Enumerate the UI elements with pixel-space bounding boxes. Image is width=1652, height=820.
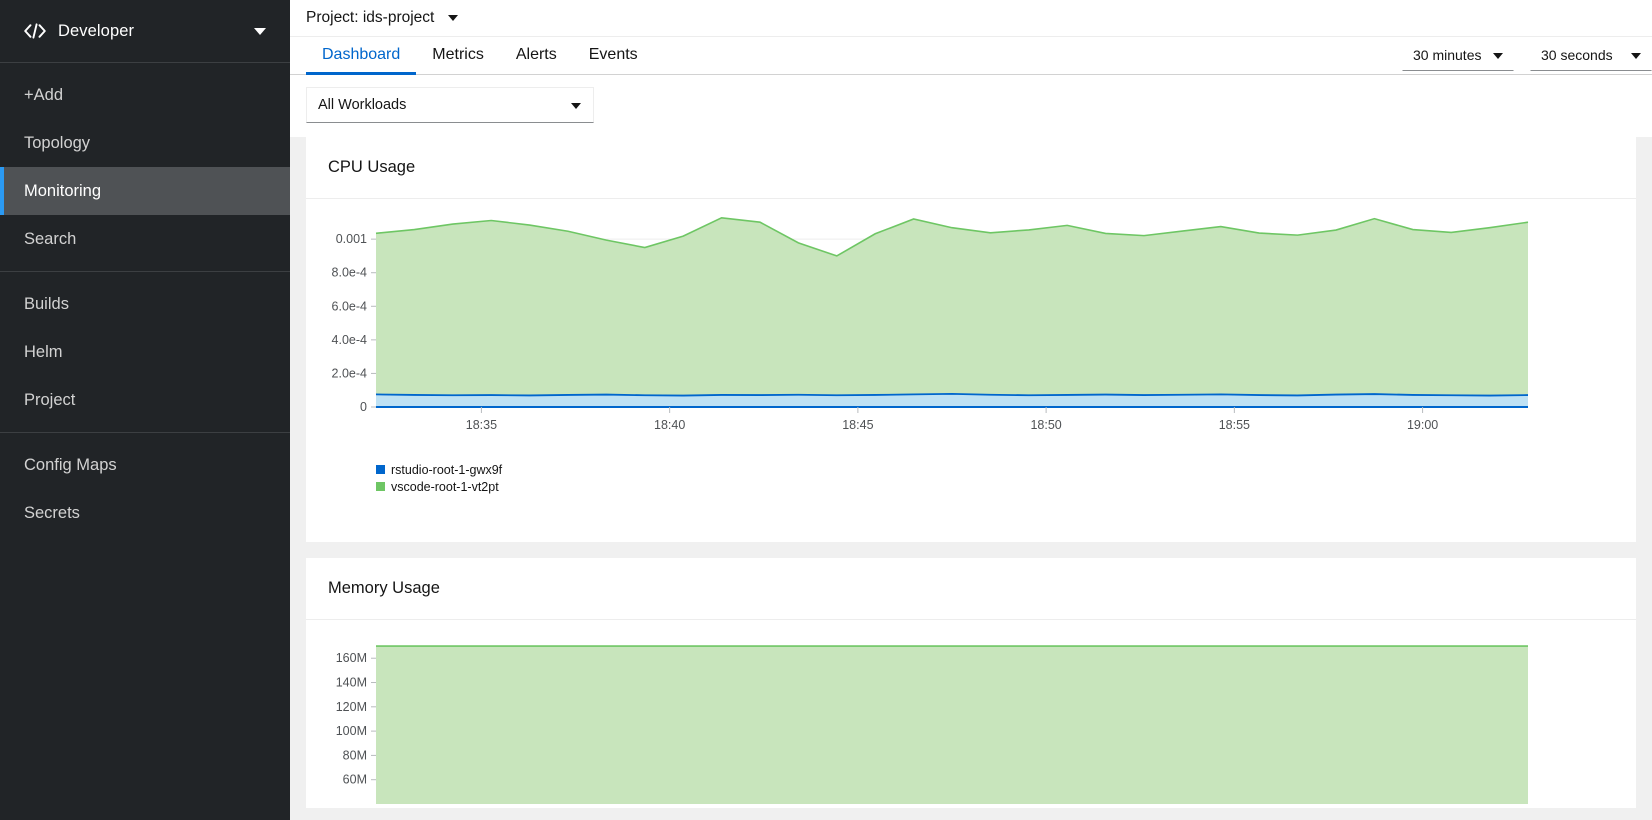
sidebar-item-secrets[interactable]: Secrets — [0, 489, 290, 537]
tab-metrics[interactable]: Metrics — [416, 37, 500, 74]
card-body: 0.001 8.0e-4 6.0e-4 4.0e-4 2.0e-4 0 18:35 18:40… — [306, 199, 1636, 542]
sidebar: Developer +Add Topology Monitoring Searc… — [0, 0, 290, 820]
sidebar-item-label: Search — [24, 229, 77, 248]
card-memory-usage: Memory Usage 160M 140M 120M 100M 80M 60M — [306, 557, 1636, 808]
svg-text:6.0e-4: 6.0e-4 — [332, 299, 367, 313]
sidebar-item-label: Config Maps — [24, 455, 117, 474]
tab-events[interactable]: Events — [573, 37, 654, 74]
toolbar-right: 30 minutes 30 seconds — [1402, 37, 1652, 74]
card-body: 160M 140M 120M 100M 80M 60M — [306, 620, 1636, 808]
cpu-chart-svg[interactable]: 0.001 8.0e-4 6.0e-4 4.0e-4 2.0e-4 0 18:35 18:40… — [306, 207, 1556, 457]
sidebar-item-search[interactable]: Search — [0, 215, 290, 263]
sidebar-item-label: +Add — [24, 85, 63, 104]
svg-text:100M: 100M — [336, 724, 367, 738]
sidebar-item-label: Topology — [24, 133, 91, 152]
cpu-usage-chart[interactable]: 0.001 8.0e-4 6.0e-4 4.0e-4 2.0e-4 0 18:35 18:40… — [306, 207, 1636, 542]
card-title: CPU Usage — [328, 157, 416, 176]
sidebar-item-label: Secrets — [24, 503, 80, 522]
svg-text:80M: 80M — [343, 748, 367, 762]
svg-text:0.001: 0.001 — [336, 232, 367, 246]
chevron-down-icon[interactable] — [448, 14, 459, 21]
sidebar-item-config-maps[interactable]: Config Maps — [0, 441, 290, 489]
legend-swatch-rstudio — [376, 465, 385, 475]
svg-text:18:40: 18:40 — [654, 418, 685, 432]
chevron-down-icon — [1631, 53, 1641, 60]
dashboard-scroll-area[interactable]: CPU Usage 0.001 8.0e-4 6.0e-4 4.0e-4 2.0e-4 0… — [290, 136, 1652, 820]
workload-select-value: All Workloads — [318, 96, 407, 113]
card-header: CPU Usage — [306, 137, 1636, 199]
legend-label: vscode-root-1-vt2pt — [391, 479, 499, 494]
svg-text:120M: 120M — [336, 699, 367, 713]
svg-text:18:35: 18:35 — [466, 418, 497, 432]
refresh-interval-value: 30 seconds — [1541, 47, 1613, 64]
legend-item[interactable]: rstudio-root-1-gwx9f — [376, 463, 1636, 477]
sidebar-item-monitoring[interactable]: Monitoring — [0, 167, 290, 215]
card-cpu-usage: CPU Usage 0.001 8.0e-4 6.0e-4 4.0e-4 2.0e-4 0… — [306, 136, 1636, 542]
sidebar-item-label: Helm — [24, 342, 63, 361]
main-content: Project: ids-project Dashboard Metrics A… — [290, 0, 1652, 820]
tab-label: Metrics — [432, 46, 484, 64]
card-title: Memory Usage — [328, 578, 440, 597]
sidebar-item-label: Project — [24, 390, 76, 409]
tab-alerts[interactable]: Alerts — [500, 37, 573, 74]
workload-select[interactable]: All Workloads — [306, 86, 594, 123]
chevron-down-icon[interactable] — [254, 27, 266, 35]
tab-label: Alerts — [515, 46, 557, 64]
chevron-down-icon — [571, 102, 581, 109]
refresh-interval-select[interactable]: 30 seconds — [1530, 39, 1652, 72]
sidebar-item-builds[interactable]: Builds — [0, 280, 290, 328]
sidebar-item-project[interactable]: Project — [0, 376, 290, 424]
tab-dashboard[interactable]: Dashboard — [306, 37, 417, 75]
nav-group-build: Builds Helm Project — [0, 271, 290, 432]
svg-text:140M: 140M — [336, 675, 367, 689]
sidebar-item-label: Monitoring — [24, 181, 102, 200]
legend-label: rstudio-root-1-gwx9f — [391, 462, 503, 477]
project-bar: Project: ids-project — [290, 0, 1652, 37]
cpu-chart-legend: rstudio-root-1-gwx9f vscode-root-1-vt2pt — [306, 457, 1636, 494]
svg-text:18:45: 18:45 — [842, 418, 873, 432]
svg-text:2.0e-4: 2.0e-4 — [332, 366, 367, 380]
legend-spacer — [306, 494, 1636, 542]
project-title: Project: ids-project — [306, 8, 435, 26]
tab-label: Events — [588, 46, 638, 64]
svg-text:19:00: 19:00 — [1407, 418, 1438, 432]
legend-item[interactable]: vscode-root-1-vt2pt — [376, 480, 1636, 494]
sidebar-item-label: Builds — [24, 294, 69, 313]
code-icon — [24, 20, 46, 42]
time-range-value: 30 minutes — [1413, 47, 1482, 64]
memory-usage-chart[interactable]: 160M 140M 120M 100M 80M 60M — [306, 628, 1636, 808]
svg-text:8.0e-4: 8.0e-4 — [332, 265, 367, 279]
memory-chart-svg[interactable]: 160M 140M 120M 100M 80M 60M — [306, 628, 1556, 808]
svg-text:18:50: 18:50 — [1030, 418, 1061, 432]
perspective-label: Developer — [58, 21, 135, 40]
time-range-select[interactable]: 30 minutes — [1402, 39, 1514, 72]
svg-text:0: 0 — [360, 400, 367, 414]
sidebar-item-topology[interactable]: Topology — [0, 119, 290, 167]
tab-list: Dashboard Metrics Alerts Events — [290, 37, 654, 75]
svg-text:160M: 160M — [336, 651, 367, 665]
card-header: Memory Usage — [306, 558, 1636, 620]
nav-group-config: Config Maps Secrets — [0, 432, 290, 545]
tab-label: Dashboard — [322, 46, 401, 64]
perspective-switcher[interactable]: Developer — [0, 0, 290, 63]
sidebar-item-helm[interactable]: Helm — [0, 328, 290, 376]
svg-text:60M: 60M — [343, 772, 367, 786]
filter-bar: All Workloads — [290, 74, 1652, 137]
nav-group-primary: +Add Topology Monitoring Search — [0, 63, 290, 271]
app-root: Developer +Add Topology Monitoring Searc… — [0, 0, 1652, 820]
tab-bar: Dashboard Metrics Alerts Events 30 minut… — [290, 37, 1652, 75]
sidebar-item-add[interactable]: +Add — [0, 71, 290, 119]
svg-text:4.0e-4: 4.0e-4 — [332, 332, 367, 346]
chevron-down-icon — [1493, 53, 1503, 60]
svg-text:18:55: 18:55 — [1219, 418, 1250, 432]
legend-swatch-vscode — [376, 482, 385, 492]
